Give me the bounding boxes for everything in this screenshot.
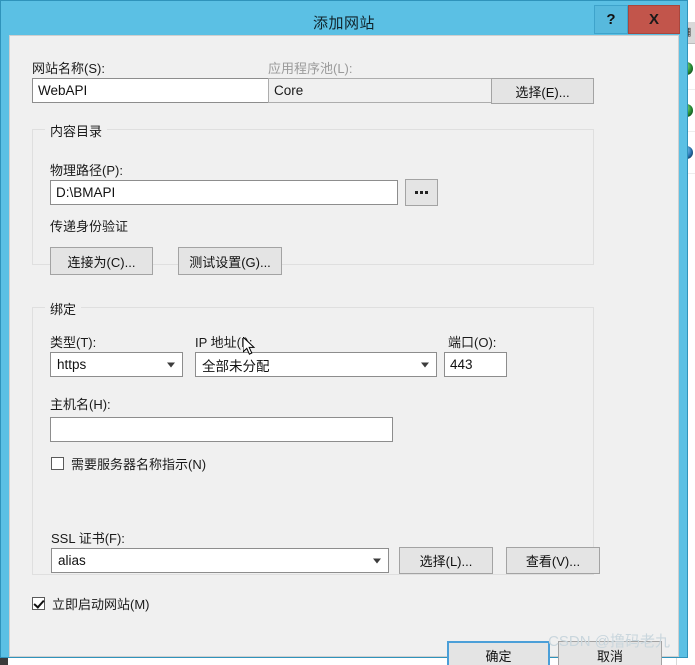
chevron-down-icon bbox=[167, 362, 175, 367]
chevron-down-icon bbox=[373, 558, 381, 563]
binding-port-input[interactable] bbox=[444, 352, 507, 377]
hostname-label: 主机名(H): bbox=[50, 397, 111, 412]
start-now-checkbox[interactable] bbox=[32, 597, 45, 610]
binding-ip-label: IP 地址(I): bbox=[195, 335, 253, 350]
hostname-input[interactable] bbox=[50, 417, 393, 442]
content-directory-title: 内容目录 bbox=[45, 121, 108, 140]
close-icon[interactable]: X bbox=[628, 5, 680, 34]
dialog-titlebar: 添加网站 ? X bbox=[9, 5, 680, 35]
binding-port-label: 端口(O): bbox=[448, 335, 497, 350]
dialog-body: 网站名称(S): 应用程序池(L): Core 选择(E)... 内容目录 物理… bbox=[9, 35, 679, 665]
connect-as-button[interactable]: 连接为(C)... bbox=[50, 247, 153, 275]
sni-checkbox[interactable] bbox=[51, 457, 64, 470]
test-settings-button[interactable]: 测试设置(G)... bbox=[178, 247, 282, 275]
binding-ip-select[interactable]: 全部未分配 bbox=[195, 352, 437, 377]
ssl-select-button[interactable]: 选择(L)... bbox=[399, 547, 493, 574]
ssl-cert-select[interactable]: alias bbox=[51, 548, 389, 573]
binding-type-value: https bbox=[57, 357, 87, 372]
sni-checkbox-row[interactable]: 需要服务器名称指示(N) bbox=[51, 454, 206, 473]
browse-folder-button[interactable] bbox=[405, 179, 438, 206]
ssl-cert-value: alias bbox=[58, 553, 86, 568]
physical-path-input[interactable] bbox=[50, 180, 398, 205]
binding-type-label: 类型(T): bbox=[50, 335, 97, 350]
add-website-dialog: 添加网站 ? X 网站名称(S): 应用程序池(L): Core 选择(E)..… bbox=[0, 0, 688, 665]
binding-title: 绑定 bbox=[45, 299, 82, 318]
ssl-view-button[interactable]: 查看(V)... bbox=[506, 547, 600, 574]
ellipsis-icon bbox=[415, 191, 428, 194]
app-pool-label: 应用程序池(L): bbox=[268, 61, 353, 76]
sni-label: 需要服务器名称指示(N) bbox=[71, 457, 207, 472]
app-pool-select-button[interactable]: 选择(E)... bbox=[491, 78, 594, 104]
dialog-title: 添加网站 bbox=[312, 14, 375, 32]
app-pool-value: Core bbox=[268, 78, 500, 103]
start-now-label: 立即启动网站(M) bbox=[52, 597, 150, 612]
help-icon[interactable]: ? bbox=[594, 5, 628, 34]
start-now-checkbox-row[interactable]: 立即启动网站(M) bbox=[32, 594, 150, 613]
watermark: CSDN @撸码老九 bbox=[548, 633, 670, 650]
physical-path-label: 物理路径(P): bbox=[50, 163, 123, 178]
passthrough-auth-label: 传递身份验证 bbox=[50, 219, 129, 234]
site-name-label: 网站名称(S): bbox=[32, 61, 105, 76]
binding-type-select[interactable]: https bbox=[50, 352, 183, 377]
site-name-input[interactable] bbox=[32, 78, 272, 103]
chevron-down-icon bbox=[421, 362, 429, 367]
ssl-cert-label: SSL 证书(F): bbox=[51, 531, 125, 546]
ok-button[interactable]: 确定 bbox=[447, 641, 550, 665]
binding-ip-value: 全部未分配 bbox=[202, 358, 270, 374]
titlebar-buttons: ? X bbox=[594, 5, 680, 34]
